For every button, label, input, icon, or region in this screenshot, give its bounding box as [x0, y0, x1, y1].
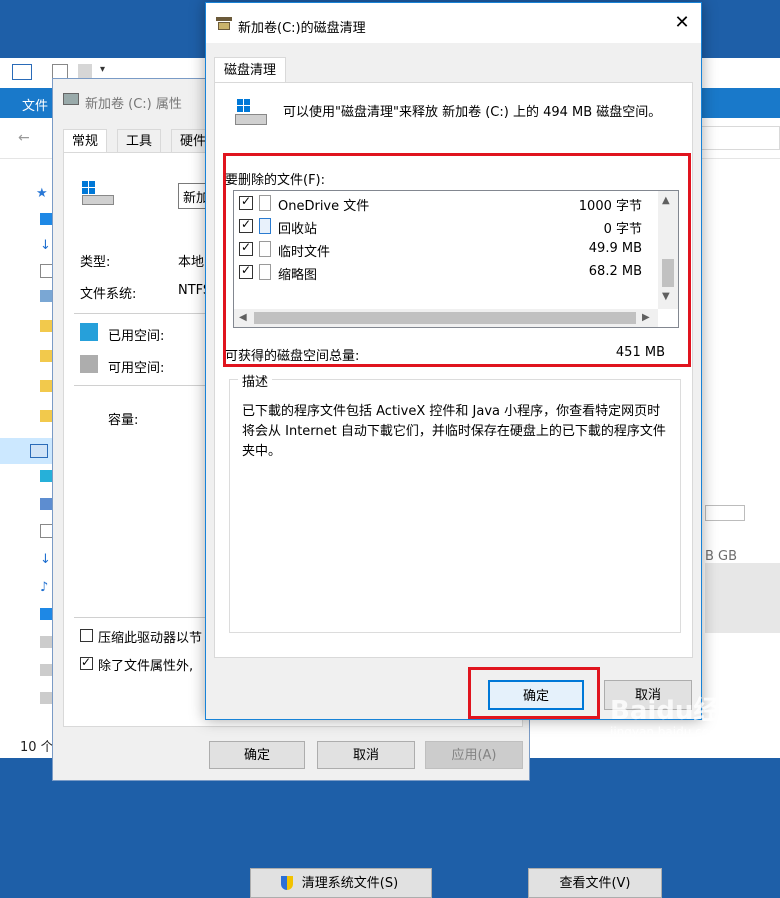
properties-title: 新加卷 (C:) 属性 [85, 97, 182, 112]
total-space-value: 451 MB [615, 345, 665, 360]
search-box[interactable] [700, 126, 780, 150]
desktop-icon[interactable] [40, 213, 52, 225]
space-info-text: 可以使用"磁盘清理"来释放 新加卷 (C:) 上的 494 MB 磁盘空间。 [283, 105, 662, 120]
drive-usage-bar [705, 505, 745, 521]
item-checkbox[interactable] [239, 194, 253, 210]
drive-icon [63, 93, 79, 105]
status-item-count: 10 个 [20, 740, 54, 755]
back-arrow-icon[interactable]: ← [18, 130, 30, 146]
folder-icon[interactable] [40, 410, 52, 422]
downloads-icon[interactable]: ↓ [40, 238, 52, 253]
this-pc-nav-item[interactable] [0, 438, 52, 464]
ok-button[interactable]: 确定 [488, 680, 584, 710]
view-files-button[interactable]: 查看文件(V) [528, 868, 662, 898]
type-value: 本地 [178, 255, 205, 270]
compress-drive-label: 压缩此驱动器以节 [98, 631, 203, 646]
file-icon [259, 241, 271, 257]
properties-apply-button[interactable]: 应用(A) [425, 741, 523, 769]
files-to-delete-label: 要删除的文件(F): [225, 173, 326, 188]
list-item[interactable]: 回收站 0 字节 [234, 215, 658, 238]
item-name: 回收站 [278, 222, 318, 237]
disk-cleanup-icon [216, 15, 232, 31]
folder-icon[interactable] [40, 350, 52, 362]
recycle-bin-icon [259, 218, 271, 234]
file-icon [259, 195, 271, 211]
properties-ok-button[interactable]: 确定 [209, 741, 305, 769]
description-group: 描述 已下載的程序文件包括 ActiveX 控件和 Java 小程序，你查看特定… [229, 371, 681, 898]
capacity-label: 容量: [108, 413, 139, 428]
clean-system-files-button[interactable]: 清理系统文件(S) [250, 868, 432, 898]
item-checkbox[interactable] [239, 263, 253, 279]
item-name: 缩略图 [278, 268, 318, 283]
dialog-title: 新加卷(C:)的磁盘清理 [238, 21, 366, 36]
index-files-checkbox[interactable]: ✓ [80, 655, 93, 670]
computer-icon [12, 64, 32, 80]
compress-drive-checkbox[interactable] [80, 629, 93, 642]
drive-icon[interactable] [40, 636, 52, 648]
qat-dropdown-icon[interactable]: ▾ [100, 64, 105, 75]
videos-icon[interactable] [40, 498, 52, 510]
file-icon [259, 264, 271, 280]
description-legend: 描述 [238, 371, 273, 390]
used-space-swatch [80, 323, 98, 341]
scroll-down-icon[interactable]: ▼ [662, 291, 670, 302]
folder-icon[interactable] [40, 320, 52, 332]
disk-cleanup-dialog: 新加卷(C:)的磁盘清理 ✕ 磁盘清理 可以使用"磁盘清理"来释放 新加卷 (C… [205, 2, 702, 898]
folder-icon[interactable] [40, 380, 52, 392]
disk-cleanup-panel: 可以使用"磁盘清理"来释放 新加卷 (C:) 上的 494 MB 磁盘空间。 要… [214, 82, 693, 898]
downloads-icon[interactable]: ↓ [40, 552, 52, 567]
shield-icon [281, 876, 293, 890]
item-size: 49.9 MB [588, 241, 642, 256]
free-space-label: 可用空间: [108, 361, 165, 376]
scroll-left-icon[interactable]: ◀ [239, 312, 247, 323]
item-size: 68.2 MB [588, 264, 642, 279]
quick-access-star-icon[interactable]: ★ [36, 186, 48, 201]
pictures-icon[interactable] [40, 290, 52, 302]
description-text: 已下載的程序文件包括 ActiveX 控件和 Java 小程序，你查看特定网页时… [242, 404, 666, 459]
filesystem-label: 文件系统: [80, 287, 137, 302]
baidu-watermark-logo: Baidu经验 [610, 696, 746, 726]
baidu-watermark-url: jingyan.baidu.com [610, 725, 721, 739]
tab-disk-cleanup[interactable]: 磁盘清理 [214, 57, 287, 83]
item-name: 临时文件 [278, 245, 331, 260]
list-item[interactable]: 缩略图 68.2 MB [234, 261, 658, 284]
list-item[interactable]: OneDrive 文件 1000 字节 [234, 192, 658, 215]
network-icon[interactable] [40, 692, 52, 704]
3d-objects-icon[interactable] [40, 470, 52, 482]
type-label: 类型: [80, 255, 111, 270]
used-space-label: 已用空间: [108, 329, 165, 344]
dialog-body: 磁盘清理 可以使用"磁盘清理"来释放 新加卷 (C:) 上的 494 MB 磁盘… [206, 43, 701, 898]
drive-icon[interactable] [40, 664, 52, 676]
drive-tile[interactable] [705, 563, 780, 633]
item-name: OneDrive 文件 [278, 199, 370, 214]
this-pc-icon [30, 444, 48, 458]
vertical-scroll-thumb[interactable] [662, 259, 674, 287]
drive-size-text: B GB [705, 549, 738, 564]
drive-icon [235, 99, 269, 129]
index-files-label: 除了文件属性外, [98, 659, 194, 674]
scroll-right-icon[interactable]: ▶ [642, 312, 650, 323]
item-size: 0 字节 [603, 222, 642, 237]
file-menu-tab[interactable]: 文件 [22, 95, 48, 114]
horizontal-scroll-thumb[interactable] [254, 312, 636, 324]
total-space-label: 可获得的磁盘空间总量: [225, 349, 360, 364]
scroll-up-icon[interactable]: ▲ [662, 195, 670, 206]
close-icon[interactable]: ✕ [668, 9, 696, 37]
item-size: 1000 字节 [578, 199, 642, 214]
tab-tools[interactable]: 工具 [117, 129, 162, 153]
properties-cancel-button[interactable]: 取消 [317, 741, 415, 769]
item-checkbox[interactable] [239, 217, 253, 233]
music-icon[interactable]: ♪ [40, 580, 52, 595]
drive-icon [82, 181, 114, 207]
desktop-icon[interactable] [40, 608, 52, 620]
free-space-swatch [80, 355, 98, 373]
item-checkbox[interactable] [239, 240, 253, 256]
files-to-delete-list[interactable]: OneDrive 文件 1000 字节 回收站 0 字节 临时文件 49.9 M… [233, 190, 679, 328]
clean-system-files-label: 清理系统文件(S) [301, 876, 399, 891]
list-item[interactable]: 临时文件 49.9 MB [234, 238, 658, 261]
